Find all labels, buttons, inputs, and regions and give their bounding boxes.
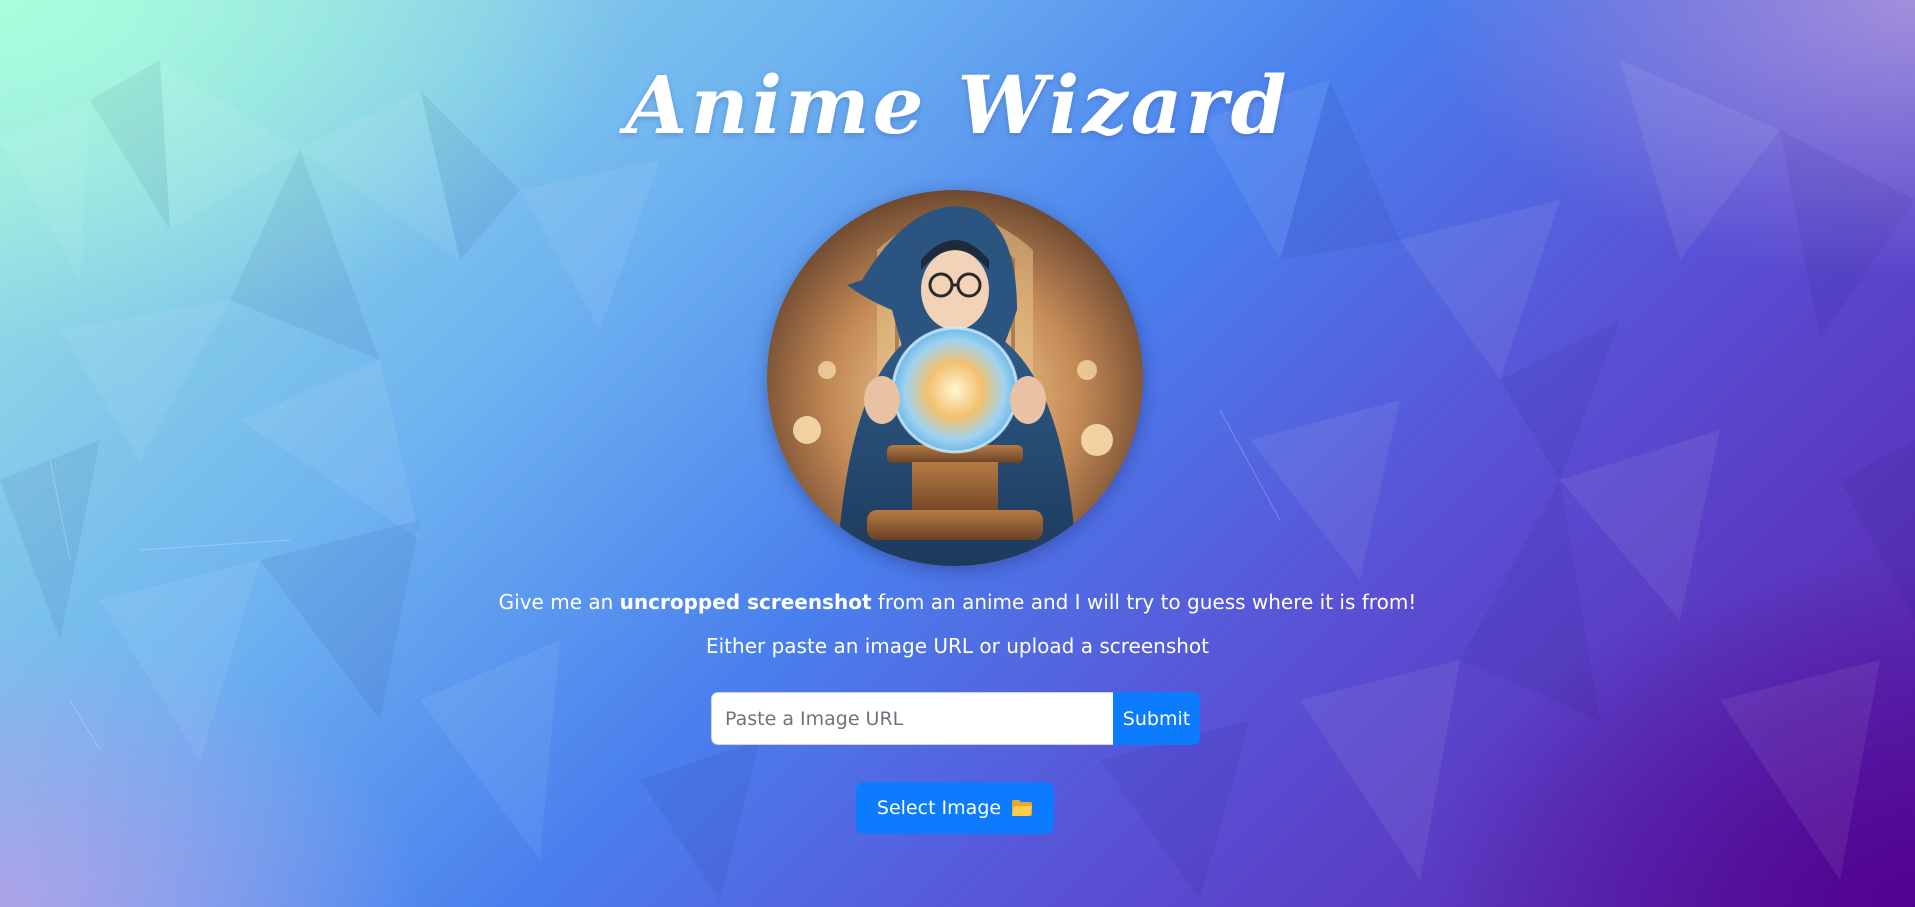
- instructions-line-1: Give me an uncropped screenshot from an …: [0, 590, 1915, 614]
- main-content: Anime Wizard Give me an uncropped screen…: [0, 0, 1915, 907]
- folder-icon: [1011, 799, 1033, 817]
- instructions-emphasis: uncropped screenshot: [619, 590, 872, 614]
- wizard-illustration: [767, 190, 1143, 566]
- instructions-line-2: Either paste an image URL or upload a sc…: [705, 634, 1209, 658]
- image-url-input[interactable]: [711, 692, 1113, 745]
- select-image-label: Select Image: [876, 797, 1002, 819]
- select-image-button[interactable]: Select Image: [856, 782, 1054, 834]
- page-title: Anime Wizard: [625, 58, 1290, 152]
- url-form: Submit: [711, 692, 1200, 745]
- instructions-prefix: Give me an: [498, 590, 620, 614]
- instructions-suffix: from an anime and I will try to guess wh…: [871, 590, 1417, 614]
- submit-button[interactable]: Submit: [1113, 692, 1200, 745]
- wizard-avatar-image: [767, 190, 1143, 566]
